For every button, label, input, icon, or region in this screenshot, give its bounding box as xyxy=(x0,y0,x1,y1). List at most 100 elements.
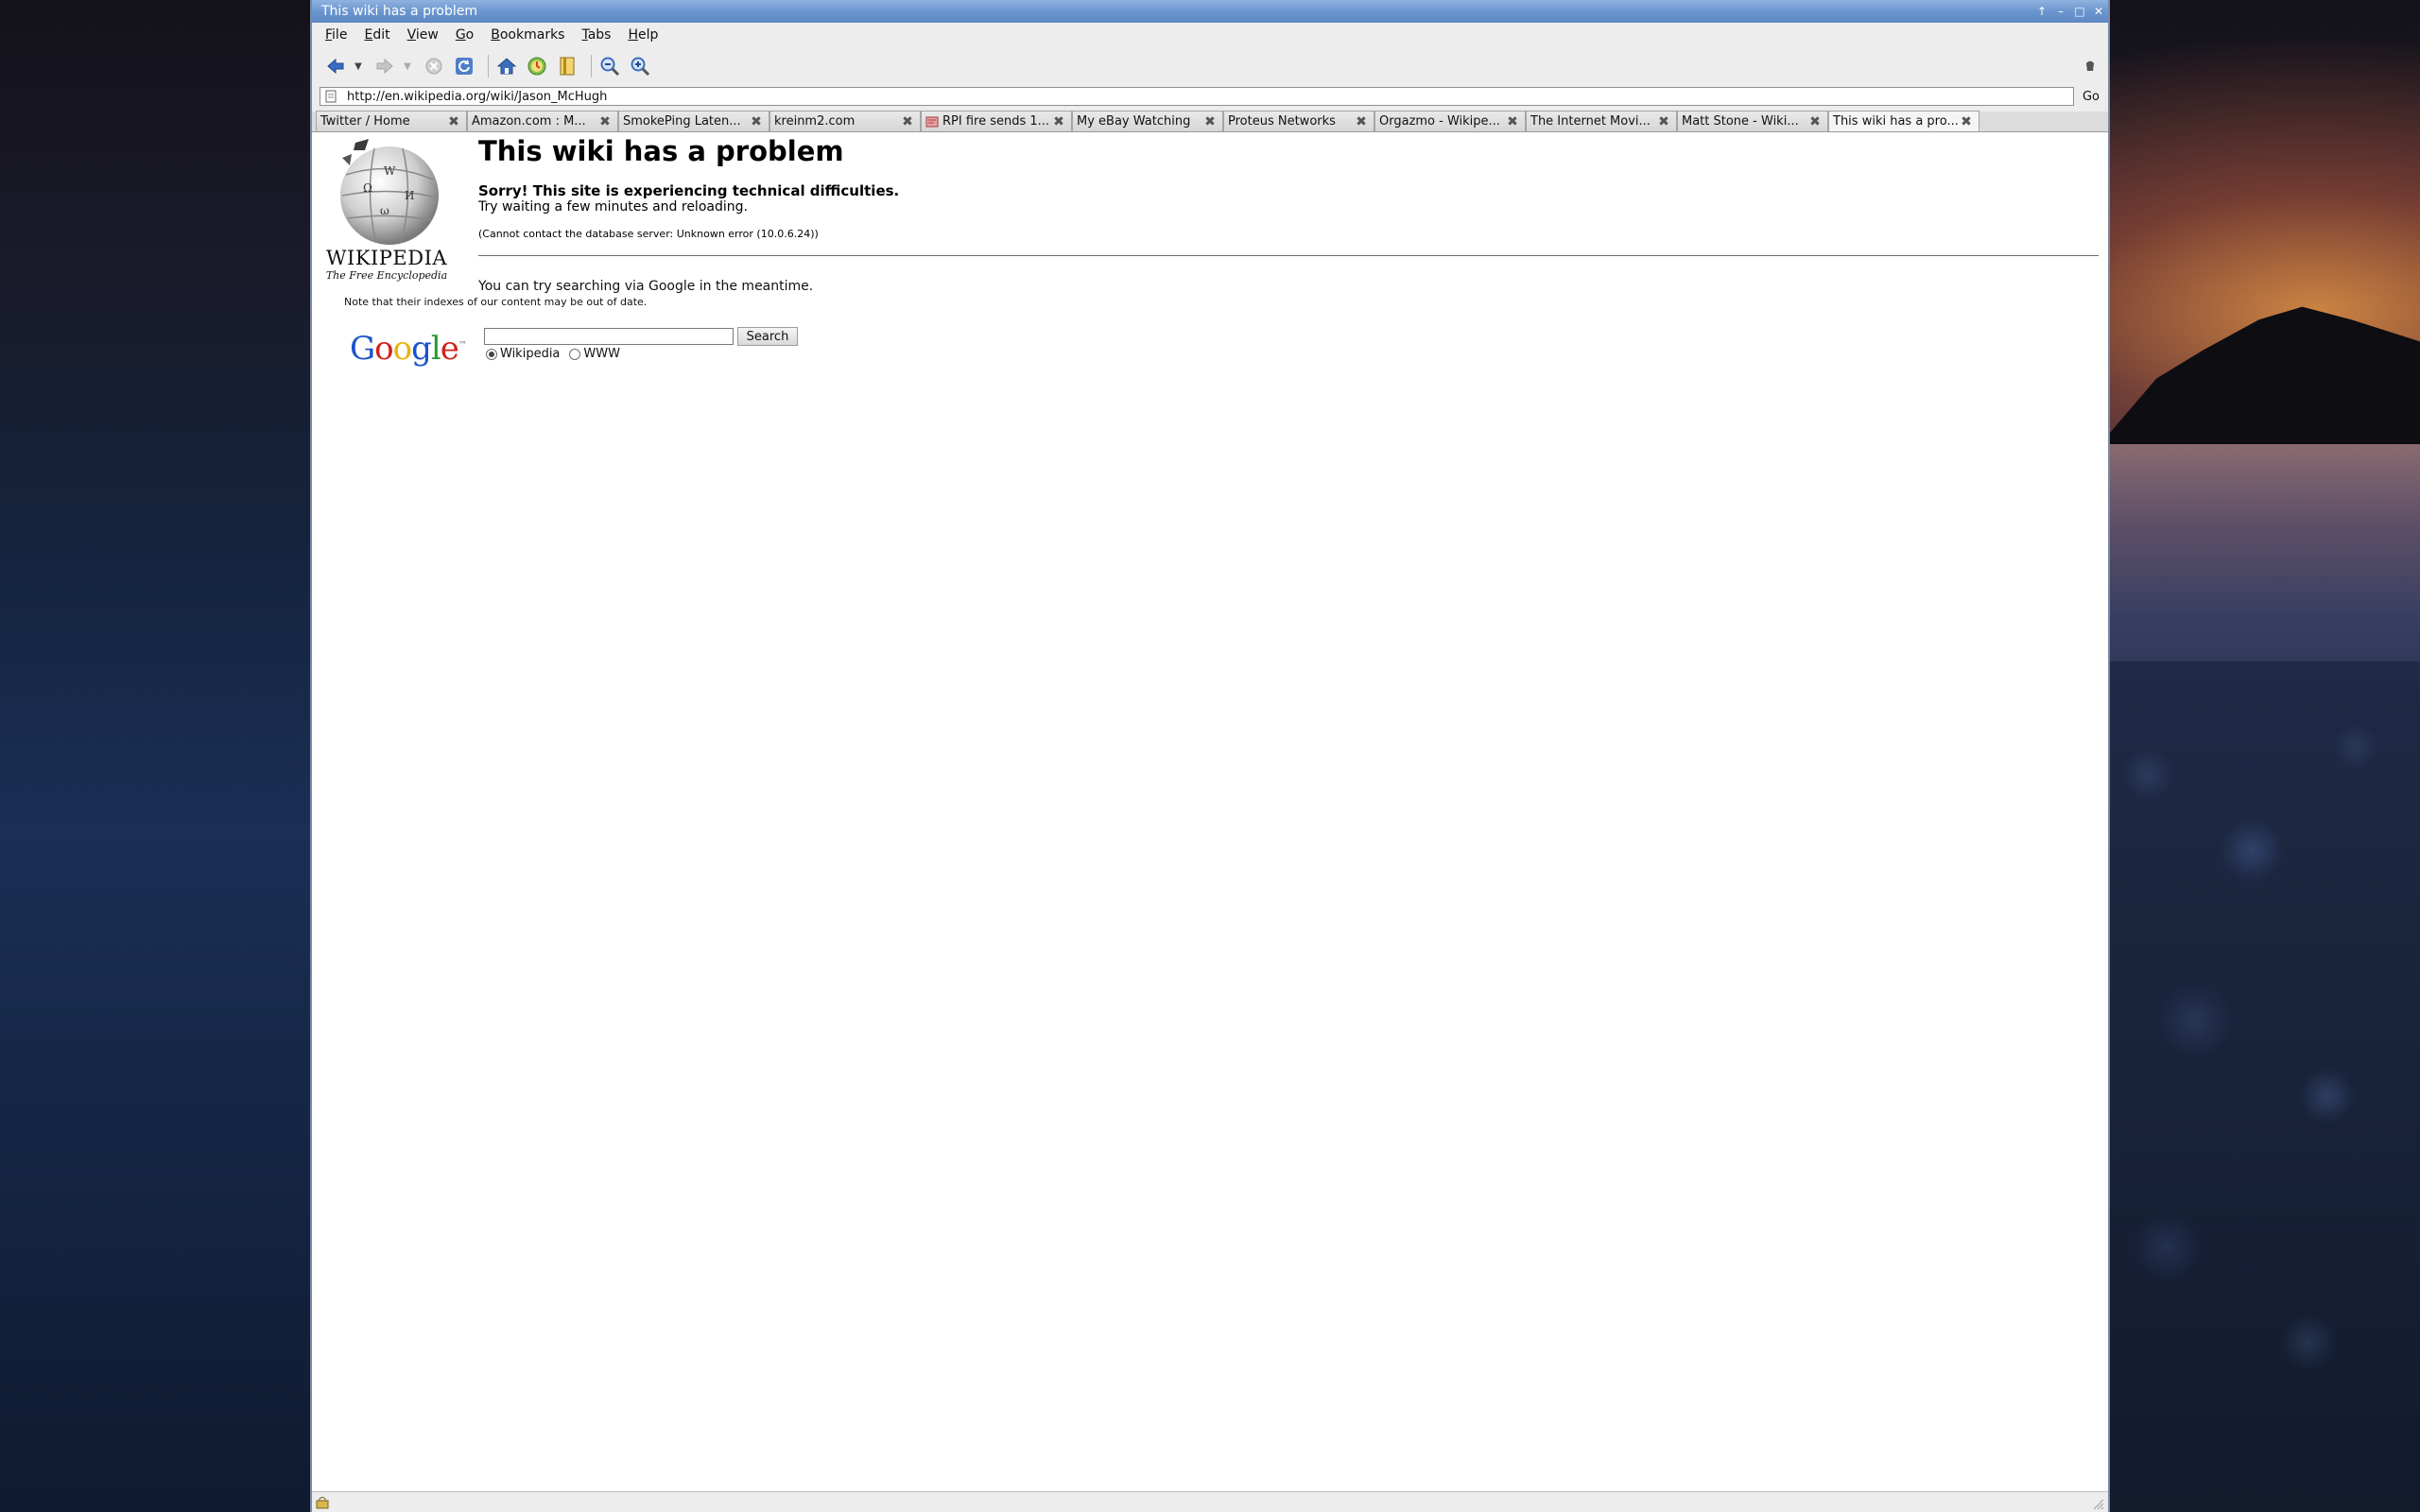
google-search-intro: You can try searching via Google in the … xyxy=(478,279,814,294)
tab-close-icon[interactable]: ✖ xyxy=(1203,115,1217,129)
page-icon xyxy=(325,90,337,103)
home-button[interactable] xyxy=(494,54,519,78)
forward-button[interactable] xyxy=(372,54,397,78)
tab-close-icon[interactable]: ✖ xyxy=(598,115,612,129)
tab-label: Twitter / Home xyxy=(320,114,410,129)
history-icon xyxy=(527,57,546,76)
tab-kreinm2[interactable]: kreinm2.com ✖ xyxy=(769,111,921,131)
toolbar-separator xyxy=(591,55,592,77)
svg-text:W: W xyxy=(384,164,396,178)
menu-tabs[interactable]: Tabs xyxy=(581,27,611,43)
maximize-icon[interactable]: □ xyxy=(2074,0,2085,23)
close-icon[interactable]: ✕ xyxy=(2093,0,2104,23)
tab-close-icon[interactable]: ✖ xyxy=(447,115,460,129)
svg-text:И: И xyxy=(405,189,414,202)
tab-label: SmokePing Laten... xyxy=(623,114,741,129)
tab-bar: Twitter / Home ✖ Amazon.com : M... ✖ Smo… xyxy=(312,111,2108,132)
radio-wikipedia-label[interactable]: Wikipedia xyxy=(500,347,560,361)
tab-close-icon[interactable]: ✖ xyxy=(1808,115,1822,129)
tab-close-icon[interactable]: ✖ xyxy=(750,115,763,129)
svg-text:ω: ω xyxy=(380,204,389,217)
tab-label: Orgazmo - Wikipe... xyxy=(1379,114,1500,129)
back-button[interactable] xyxy=(323,54,348,78)
menu-go[interactable]: Go xyxy=(456,27,474,43)
tab-smokeping[interactable]: SmokePing Laten... ✖ xyxy=(618,111,769,131)
go-button[interactable]: Go xyxy=(2078,86,2104,107)
google-logo[interactable]: Google™ xyxy=(350,330,467,368)
page-content: W Ω И ω WIKIPEDIA The Free Encyclopedia … xyxy=(312,132,2108,1491)
reload-icon xyxy=(456,58,473,75)
shade-icon[interactable]: ↑ xyxy=(2036,0,2048,23)
zoom-in-button[interactable] xyxy=(628,54,652,78)
wallpaper-rocks xyxy=(2110,662,2420,1512)
back-icon xyxy=(327,58,344,75)
tab-amazon[interactable]: Amazon.com : M... ✖ xyxy=(467,111,618,131)
tab-label: Matt Stone - Wiki... xyxy=(1682,114,1799,129)
radio-www-label[interactable]: WWW xyxy=(583,347,620,361)
menu-view[interactable]: View xyxy=(407,27,439,43)
window-controls: ↑ – □ ✕ xyxy=(2036,0,2104,23)
search-scope-radio-group: Wikipedia WWW xyxy=(486,347,630,361)
browser-window: This wiki has a problem ↑ – □ ✕ File Edi… xyxy=(310,0,2110,1512)
menu-edit[interactable]: Edit xyxy=(364,27,389,43)
tab-close-icon[interactable]: ✖ xyxy=(1657,115,1670,129)
menu-file[interactable]: File xyxy=(325,27,347,43)
history-button[interactable] xyxy=(525,54,549,78)
retry-message: Try waiting a few minutes and reloading. xyxy=(478,199,748,215)
zoom-out-button[interactable] xyxy=(597,54,622,78)
window-titlebar[interactable]: This wiki has a problem ↑ – □ ✕ xyxy=(312,0,2108,23)
navigation-toolbar: ▼ ▼ xyxy=(312,47,2108,85)
tab-wiki-problem[interactable]: This wiki has a pro... ✖ xyxy=(1828,111,1979,131)
url-input[interactable]: http://en.wikipedia.org/wiki/Jason_McHug… xyxy=(320,87,2074,106)
wikipedia-tagline: The Free Encyclopedia xyxy=(325,269,448,282)
tab-proteus[interactable]: Proteus Networks ✖ xyxy=(1223,111,1374,131)
tab-imdb[interactable]: The Internet Movi... ✖ xyxy=(1526,111,1677,131)
bookmarks-button[interactable] xyxy=(555,54,579,78)
tab-label: This wiki has a pro... xyxy=(1833,114,1959,129)
forward-history-dropdown[interactable]: ▼ xyxy=(403,61,412,72)
index-note: Note that their indexes of our content m… xyxy=(344,296,648,308)
tab-close-icon[interactable]: ✖ xyxy=(901,115,914,129)
page-title: This wiki has a problem xyxy=(478,135,844,167)
tab-label: kreinm2.com xyxy=(774,114,856,129)
tab-ebay[interactable]: My eBay Watching ✖ xyxy=(1072,111,1223,131)
tab-rpi-fire[interactable]: RPI fire sends 1... ✖ xyxy=(921,111,1072,131)
tab-close-icon[interactable]: ✖ xyxy=(1355,115,1368,129)
wikipedia-globe-icon: W Ω И ω xyxy=(340,139,439,245)
security-status-icon xyxy=(316,1497,329,1509)
resize-grip-icon[interactable] xyxy=(2091,1497,2104,1510)
bookmarks-icon xyxy=(560,57,575,76)
home-icon xyxy=(496,58,517,75)
tab-label: The Internet Movi... xyxy=(1530,114,1651,129)
menu-help[interactable]: Help xyxy=(628,27,658,43)
radio-www[interactable] xyxy=(569,348,581,360)
divider xyxy=(478,255,2099,256)
error-heading: Sorry! This site is experiencing technic… xyxy=(478,182,900,199)
minimize-icon[interactable]: – xyxy=(2055,0,2066,23)
tab-label: Amazon.com : M... xyxy=(472,114,586,129)
throbber-icon xyxy=(2083,59,2097,77)
toolbar-separator xyxy=(488,55,489,77)
svg-text:Ω: Ω xyxy=(363,181,372,195)
back-history-dropdown[interactable]: ▼ xyxy=(354,61,363,72)
favicon-icon xyxy=(925,116,939,127)
menu-bookmarks[interactable]: Bookmarks xyxy=(491,27,564,43)
database-error-detail: (Cannot contact the database server: Unk… xyxy=(478,228,819,240)
tab-orgazmo[interactable]: Orgazmo - Wikipe... ✖ xyxy=(1374,111,1526,131)
radio-wikipedia[interactable] xyxy=(486,348,497,360)
tab-close-icon[interactable]: ✖ xyxy=(1960,115,1973,129)
tab-close-icon[interactable]: ✖ xyxy=(1506,115,1519,129)
tab-matt-stone[interactable]: Matt Stone - Wiki... ✖ xyxy=(1677,111,1828,131)
google-search-input[interactable] xyxy=(484,328,734,345)
tab-twitter[interactable]: Twitter / Home ✖ xyxy=(316,111,467,131)
status-bar xyxy=(312,1491,2108,1512)
wikipedia-wordmark: WIKIPEDIA xyxy=(325,247,448,269)
url-text: http://en.wikipedia.org/wiki/Jason_McHug… xyxy=(347,89,608,104)
tab-close-icon[interactable]: ✖ xyxy=(1052,115,1065,129)
search-button[interactable]: Search xyxy=(737,327,798,346)
tab-label: My eBay Watching xyxy=(1077,114,1191,129)
menubar: File Edit View Go Bookmarks Tabs Help xyxy=(312,23,2108,47)
stop-button[interactable] xyxy=(422,54,446,78)
wikipedia-logo[interactable]: W Ω И ω WIKIPEDIA The Free Encyclopedia xyxy=(325,137,448,282)
reload-button[interactable] xyxy=(452,54,476,78)
